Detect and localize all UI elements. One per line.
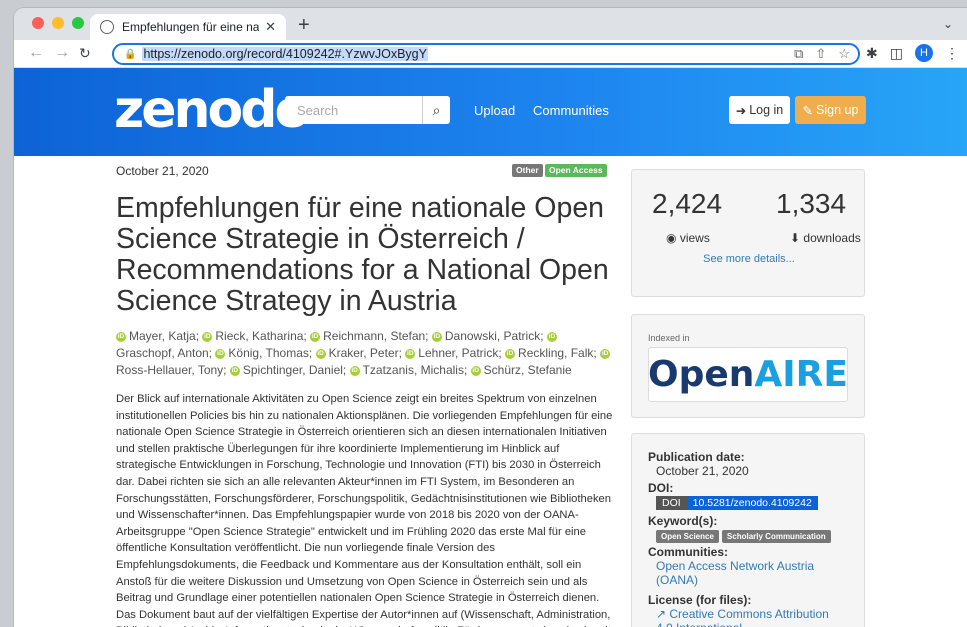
publication-date: October 21, 2020	[116, 164, 209, 178]
doi-badge[interactable]: DOI 10.5281/zenodo.4109242	[656, 496, 818, 510]
author-link[interactable]: iD Mayer, Katja;	[116, 329, 199, 343]
tab-bar: Empfehlungen für eine nationa ✕ + ⌄	[14, 8, 967, 40]
close-window-button[interactable]	[32, 17, 44, 29]
orcid-icon: iD	[215, 348, 226, 359]
keywords-label: Keyword(s):	[648, 514, 718, 528]
signup-button[interactable]: ✎ Sign up	[795, 96, 866, 124]
orcid-icon: iD	[310, 331, 321, 342]
search-icon: ⌕	[432, 101, 441, 118]
menu-icon[interactable]: ⋮	[945, 45, 959, 62]
orcid-icon: iD	[470, 365, 481, 376]
back-icon[interactable]: ←	[28, 44, 44, 62]
orcid-icon: iD	[600, 348, 611, 359]
views-count: 2,424	[652, 188, 723, 219]
share-icon[interactable]: ⇧	[815, 46, 826, 62]
site-header: zenodo ⌕ Upload Communities ➜Log in ✎Sig…	[14, 68, 967, 156]
url-text[interactable]: https://zenodo.org/record/4109242#.YzwvJ…	[142, 47, 428, 61]
browser-window: Empfehlungen für eine nationa ✕ + ⌄ ← → …	[14, 8, 967, 627]
search-input[interactable]	[285, 96, 422, 124]
orcid-icon: iD	[229, 365, 240, 376]
forward-icon[interactable]: →	[54, 44, 70, 62]
bookmark-star-icon[interactable]: ☆	[838, 46, 850, 62]
profile-avatar[interactable]: H	[915, 44, 933, 62]
indexed-label: Indexed in	[648, 333, 690, 343]
type-badge: Other	[512, 164, 543, 177]
pubdate-label: Publication date:	[648, 450, 745, 464]
orcid-icon: iD	[349, 365, 360, 376]
author-link[interactable]: iD Lehner, Patrick;	[405, 346, 502, 360]
eye-icon: ◉	[666, 231, 680, 245]
orcid-icon: iD	[405, 348, 416, 359]
tab-title: Empfehlungen für eine nationa	[122, 20, 260, 34]
author-link[interactable]: iD König, Thomas;	[215, 346, 312, 360]
abstract: Der Blick auf internationale Aktivitäten…	[116, 393, 613, 627]
nav-upload[interactable]: Upload	[474, 103, 515, 118]
browser-tab[interactable]: Empfehlungen für eine nationa ✕	[90, 14, 286, 40]
new-tab-button[interactable]: +	[298, 14, 310, 37]
access-badge: Open Access	[545, 164, 607, 177]
community-link[interactable]: Open Access Network Austria (OANA)	[656, 559, 848, 587]
pubdate-value: October 21, 2020	[656, 464, 749, 478]
record-title: Empfehlungen für eine nationale Open Sci…	[116, 192, 609, 317]
external-link-icon: ↗	[656, 607, 670, 621]
communities-label: Communities:	[648, 545, 729, 559]
author-link[interactable]: iD Danowski, Patrick;	[431, 329, 544, 343]
browser-toolbar: ← → ↻ 🔒 https://zenodo.org/record/410924…	[14, 40, 967, 68]
translate-icon[interactable]: ⧉	[794, 46, 803, 62]
orcid-icon: iD	[546, 331, 557, 342]
author-link[interactable]: iD Schürz, Stefanie	[470, 363, 572, 377]
login-icon: ➜	[735, 103, 747, 118]
window-controls	[32, 17, 84, 29]
author-link[interactable]: iD Reckling, Falk;	[505, 346, 597, 360]
keyword-badge[interactable]: Open Science	[656, 530, 719, 543]
orcid-icon: iD	[202, 331, 213, 342]
keyword-badge[interactable]: Scholarly Communication	[721, 530, 831, 543]
see-more-details-link[interactable]: See more details...	[632, 253, 866, 265]
zenodo-logo[interactable]: zenodo	[114, 84, 310, 136]
license-label: License (for files):	[648, 593, 752, 607]
search-button[interactable]: ⌕	[422, 96, 450, 124]
sidepanel-icon[interactable]: ◫	[890, 45, 903, 62]
author-link[interactable]: iD Rieck, Katharina;	[202, 329, 307, 343]
login-button[interactable]: ➜ Log in	[729, 96, 790, 124]
metadata-panel: Publication date: October 21, 2020 DOI: …	[631, 433, 865, 627]
author-link[interactable]: iD Kraker, Peter;	[315, 346, 402, 360]
author-link[interactable]: iD Spichtinger, Daniel;	[229, 363, 346, 377]
orcid-icon: iD	[315, 348, 326, 359]
author-link[interactable]: iD Tzatzanis, Michalis;	[349, 363, 467, 377]
indexed-panel: Indexed in Open AIRE	[631, 314, 865, 418]
author-link[interactable]: iD Reichmann, Stefan;	[310, 329, 429, 343]
close-tab-icon[interactable]: ✕	[265, 19, 276, 35]
stats-panel: 2,424 1,334 ◉ views ⬇ downloads See more…	[631, 169, 865, 297]
openaire-logo[interactable]: Open AIRE	[648, 347, 848, 402]
maximize-window-button[interactable]	[72, 17, 84, 29]
address-bar[interactable]: 🔒 https://zenodo.org/record/4109242#.Yzw…	[112, 43, 860, 65]
globe-icon	[100, 20, 114, 34]
downloads-label: downloads	[803, 231, 861, 245]
nav-communities[interactable]: Communities	[533, 103, 609, 118]
orcid-icon: iD	[431, 331, 442, 342]
orcid-icon: iD	[116, 331, 126, 342]
extensions-icon[interactable]: ✱	[866, 45, 878, 62]
download-icon: ⬇	[790, 231, 804, 245]
views-label: views	[679, 231, 710, 245]
downloads-count: 1,334	[776, 188, 847, 219]
author-list: iD Mayer, Katja; iD Rieck, Katharina; iD Re…	[116, 328, 616, 379]
search-box: ⌕	[285, 96, 450, 124]
doi-label: DOI:	[648, 481, 674, 495]
orcid-icon: iD	[505, 348, 516, 359]
tab-list-chevron-icon[interactable]: ⌄	[943, 17, 953, 31]
license-link[interactable]: ↗ Creative Commons Attribution 4.0 Inter…	[656, 607, 848, 627]
minimize-window-button[interactable]	[52, 17, 64, 29]
lock-icon: 🔒	[124, 48, 137, 60]
reload-icon[interactable]: ↻	[79, 45, 91, 62]
edit-icon: ✎	[802, 103, 814, 118]
record-page: October 21, 2020 Other Open Access Empfe…	[14, 157, 967, 627]
